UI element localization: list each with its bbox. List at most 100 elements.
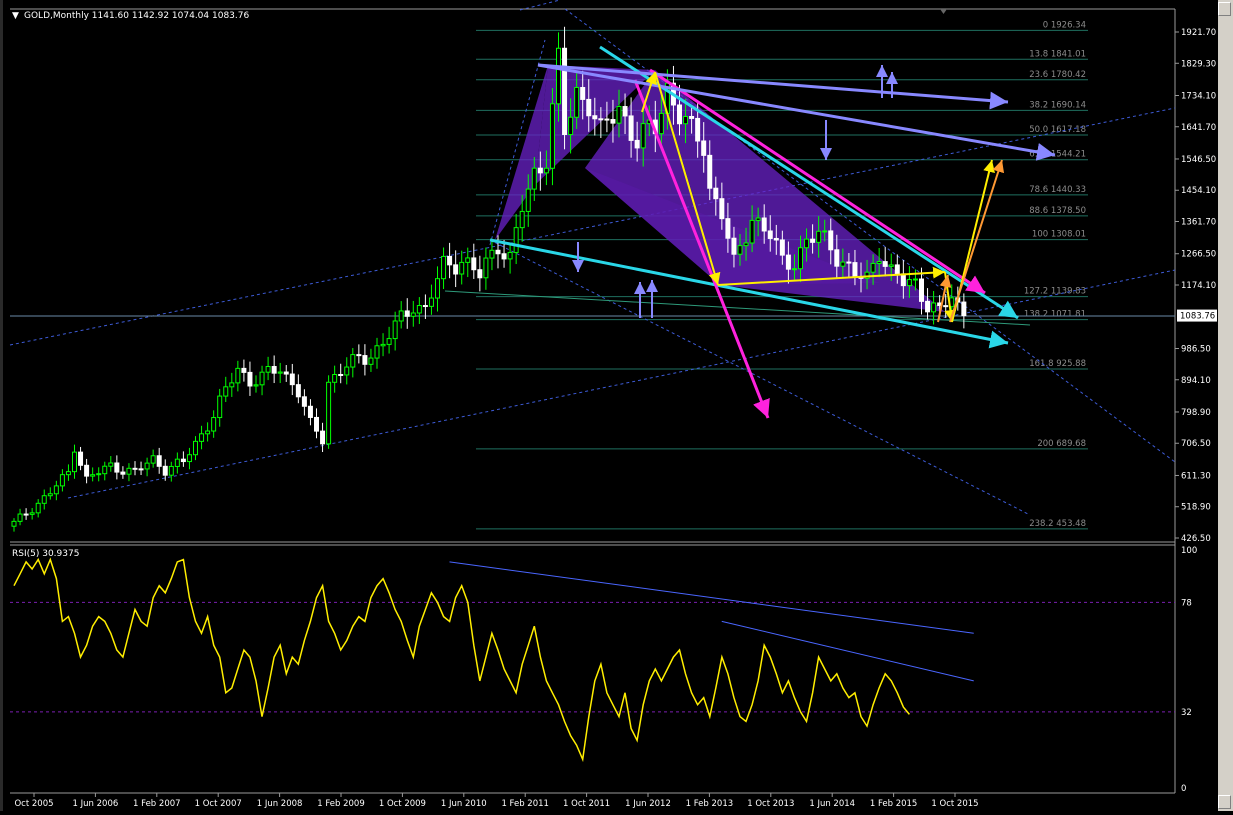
candle-body — [120, 471, 126, 475]
fib-level-label: 100 1308.01 — [1032, 230, 1086, 240]
time-tick-label: 1 Jun 2012 — [625, 799, 671, 809]
candle-body — [23, 513, 29, 516]
candle-body — [574, 87, 580, 118]
price-tick-label: 706.50 — [1181, 439, 1211, 449]
candle-body — [489, 249, 495, 259]
candle-body — [78, 451, 84, 466]
candle-body — [586, 98, 592, 117]
candle-body — [931, 302, 937, 313]
candle-body — [634, 139, 640, 149]
candle-body — [725, 218, 731, 239]
candle-body — [816, 230, 822, 243]
candle-body — [138, 468, 144, 471]
candle-body — [549, 103, 555, 169]
time-tick-label: 1 Oct 2007 — [195, 799, 242, 809]
candle-body — [701, 140, 707, 156]
chart-canvas[interactable]: 0 1926.34 13.8 1841.01 23.6 1780.42 38.2 16… — [0, 0, 1218, 811]
candle-body — [235, 367, 241, 384]
candle-body — [253, 384, 259, 387]
candle-body — [368, 357, 374, 365]
candle-body — [350, 354, 356, 368]
vertical-scrollbar[interactable] — [1218, 0, 1233, 811]
candle-body — [174, 458, 180, 467]
candle-body — [731, 237, 737, 255]
candle-body — [404, 310, 410, 317]
rsi-axis-label: 32 — [1181, 708, 1192, 718]
candle-body — [556, 47, 561, 105]
candle-body — [453, 264, 459, 275]
time-tick-label: 1 Oct 2009 — [379, 799, 426, 809]
candle-body — [683, 115, 689, 125]
candle-body — [283, 371, 289, 375]
candle-body — [719, 198, 725, 220]
candle-body — [162, 465, 168, 476]
candle-body — [695, 117, 701, 142]
candle-body — [737, 245, 743, 255]
candle-body — [356, 354, 362, 357]
candle-body — [749, 219, 755, 244]
candle-body — [108, 462, 114, 467]
candle-body — [380, 343, 386, 347]
candle-body — [277, 371, 283, 374]
candle-body — [531, 167, 537, 190]
price-tick-label: 1266.50 — [1181, 250, 1216, 260]
rsi-axis-label: 0 — [1181, 784, 1186, 794]
candle-body — [193, 440, 198, 456]
fib-level-label: 13.8 1841.01 — [1029, 49, 1086, 59]
candle-body — [628, 115, 634, 141]
candle-body — [374, 345, 380, 359]
candle-body — [344, 366, 350, 376]
price-tick-label: 1174.10 — [1181, 281, 1216, 291]
candle-body — [852, 262, 858, 278]
candle-body — [459, 261, 465, 275]
candle-body — [471, 257, 477, 271]
candle-body — [543, 167, 549, 174]
candle-body — [362, 355, 368, 365]
candle-body — [320, 430, 326, 445]
price-tick-label: 611.30 — [1181, 471, 1211, 481]
candle-body — [622, 106, 628, 117]
candle-body — [180, 458, 186, 463]
symbol-collapse-triangle-icon[interactable]: ▼ — [12, 11, 19, 21]
candle-body — [822, 230, 828, 233]
price-tick-label: 1921.70 — [1181, 28, 1216, 38]
time-tick-label: 1 Feb 2011 — [501, 799, 549, 809]
candle-body — [604, 118, 610, 121]
time-tick-label: 1 Oct 2015 — [931, 799, 978, 809]
candle-body — [247, 371, 253, 387]
candle-body — [96, 473, 102, 476]
candle-body — [483, 257, 489, 279]
candle-body — [144, 462, 150, 470]
rsi-axis-label: 100 — [1181, 546, 1197, 556]
candle-body — [41, 495, 47, 504]
candle-body — [537, 167, 543, 174]
candle-body — [241, 367, 247, 373]
candle-body — [59, 474, 65, 487]
fib-level-label: 23.6 1780.42 — [1029, 70, 1086, 80]
candle-body — [912, 278, 918, 281]
candle-body — [229, 382, 235, 388]
candle-body — [876, 261, 882, 264]
candle-body — [435, 278, 440, 299]
candle-body — [53, 485, 59, 495]
candle-body — [114, 462, 120, 473]
scroll-up-button[interactable] — [1218, 2, 1231, 16]
fib-level-label: 138.2 1071.81 — [1024, 310, 1086, 320]
candle-body — [501, 253, 507, 260]
candle-body — [767, 230, 773, 239]
candle-body — [525, 188, 531, 212]
candle-body — [519, 210, 525, 229]
scroll-down-button[interactable] — [1218, 795, 1231, 809]
rsi-header: RSI(5) 30.9375 — [12, 549, 79, 559]
candle-body — [72, 451, 77, 473]
candle-body — [441, 255, 447, 280]
candle-body — [211, 417, 217, 432]
candle-body — [416, 305, 422, 314]
candle-body — [743, 242, 749, 247]
price-tick-label: 1546.50 — [1181, 155, 1216, 165]
time-tick-label: 1 Feb 2009 — [317, 799, 365, 809]
candle-body — [846, 261, 852, 264]
candle-body — [223, 386, 229, 397]
candle-body — [773, 237, 779, 241]
chart-window[interactable]: 0 1926.34 13.8 1841.01 23.6 1780.42 38.2 16… — [0, 0, 1233, 811]
